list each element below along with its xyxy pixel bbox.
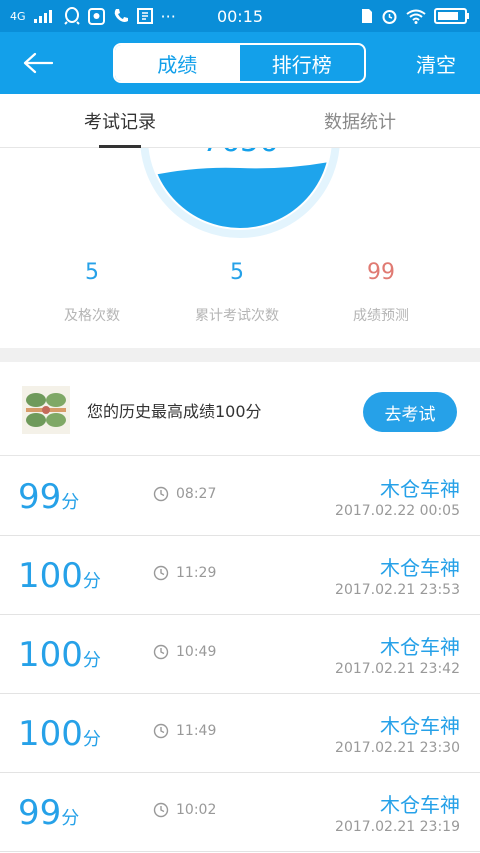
section-divider	[0, 348, 480, 362]
record-user-name: 木仓车神	[380, 477, 460, 501]
record-score: 100分	[18, 714, 101, 754]
record-score: 100分	[18, 635, 101, 675]
app-bar: 成绩 排行榜 清空	[0, 32, 480, 94]
record-date: 2017.02.21 23:42	[335, 661, 460, 677]
stat-value: 5	[230, 260, 244, 285]
record-row[interactable]: 100分 10:49 木仓车神 2017.02.21 23:42	[0, 615, 480, 694]
status-right	[361, 8, 470, 25]
back-button[interactable]	[18, 46, 58, 80]
record-row[interactable]: 99分 10:02 木仓车神 2017.02.21 23:19	[0, 773, 480, 852]
back-arrow-icon	[23, 52, 53, 74]
clock-icon	[153, 802, 169, 818]
clock-icon	[153, 486, 169, 502]
phone-icon	[113, 8, 129, 24]
score-gauge	[140, 148, 340, 238]
record-user-name: 木仓车神	[380, 714, 460, 738]
record-score: 99分	[18, 793, 80, 833]
tab-exam-records-label: 考试记录	[84, 111, 156, 133]
take-exam-button[interactable]: 去考试	[363, 392, 457, 432]
record-score: 100分	[18, 556, 101, 596]
clear-button[interactable]: 清空	[416, 49, 456, 78]
sim-icon	[361, 8, 373, 24]
tab-exam-records[interactable]: 考试记录	[0, 94, 240, 148]
record-duration-text: 08:27	[176, 486, 217, 502]
record-duration: 08:27	[153, 486, 216, 502]
status-bar: 4G ··· 00:15	[0, 0, 480, 32]
segment-control: 成绩 排行榜	[113, 43, 366, 83]
record-duration-text: 10:49	[176, 644, 217, 660]
tab-data-stats-label: 数据统计	[324, 111, 396, 133]
record-date: 2017.02.21 23:19	[335, 819, 460, 835]
clock-icon	[153, 723, 169, 739]
gauge-score: 7656	[0, 148, 480, 159]
stat-value: 5	[85, 260, 99, 285]
record-date: 2017.02.21 23:30	[335, 740, 460, 756]
record-date: 2017.02.22 00:05	[335, 503, 460, 519]
record-duration: 10:02	[153, 802, 216, 818]
stats-panel: 7656 5 及格次数 5 累计考试次数 99 成绩预测	[0, 148, 480, 348]
stat-total-exams: 5 累计考试次数	[157, 260, 317, 325]
notification-icon	[136, 8, 153, 24]
best-score-row: 您的历史最高成绩100分 去考试	[0, 362, 480, 456]
signal-icon	[33, 9, 56, 23]
record-duration-text: 10:02	[176, 802, 217, 818]
stat-pass-count: 5 及格次数	[12, 260, 172, 325]
qq-icon	[63, 7, 80, 25]
record-duration: 10:49	[153, 644, 216, 660]
stat-label: 及格次数	[64, 308, 120, 324]
record-date: 2017.02.21 23:53	[335, 582, 460, 598]
record-user-name: 木仓车神	[380, 556, 460, 580]
segment-scores[interactable]: 成绩	[115, 45, 240, 81]
record-duration-text: 11:49	[176, 723, 217, 739]
stat-value: 99	[367, 260, 395, 285]
wifi-icon	[406, 9, 426, 24]
clock-icon	[153, 565, 169, 581]
record-duration: 11:29	[153, 565, 216, 581]
record-row[interactable]: 99分 08:27 木仓车神 2017.02.22 00:05	[0, 457, 480, 536]
record-user-name: 木仓车神	[380, 793, 460, 817]
more-icon: ···	[160, 6, 176, 26]
network-type: 4G	[10, 9, 26, 23]
message-icon	[87, 7, 105, 25]
stat-score-prediction: 99 成绩预测	[301, 260, 461, 325]
avatar	[22, 386, 70, 434]
segment-ranking[interactable]: 排行榜	[240, 45, 365, 81]
stat-label: 累计考试次数	[195, 308, 279, 324]
record-user-name: 木仓车神	[380, 635, 460, 659]
record-duration-text: 11:29	[176, 565, 217, 581]
tab-data-stats[interactable]: 数据统计	[240, 94, 480, 147]
record-row[interactable]: 100分 11:29 木仓车神 2017.02.21 23:53	[0, 536, 480, 615]
status-time: 00:15	[216, 6, 264, 26]
record-duration: 11:49	[153, 723, 216, 739]
status-left: 4G ···	[10, 7, 176, 26]
stat-label: 成绩预测	[353, 308, 409, 324]
alarm-icon	[381, 8, 398, 25]
tab-bar: 考试记录 数据统计	[0, 94, 480, 148]
clock-icon	[153, 644, 169, 660]
record-row[interactable]: 100分 11:49 木仓车神 2017.02.21 23:30	[0, 694, 480, 773]
battery-icon	[434, 8, 470, 24]
record-score: 99分	[18, 477, 80, 517]
best-score-text: 您的历史最高成绩100分	[87, 402, 262, 421]
